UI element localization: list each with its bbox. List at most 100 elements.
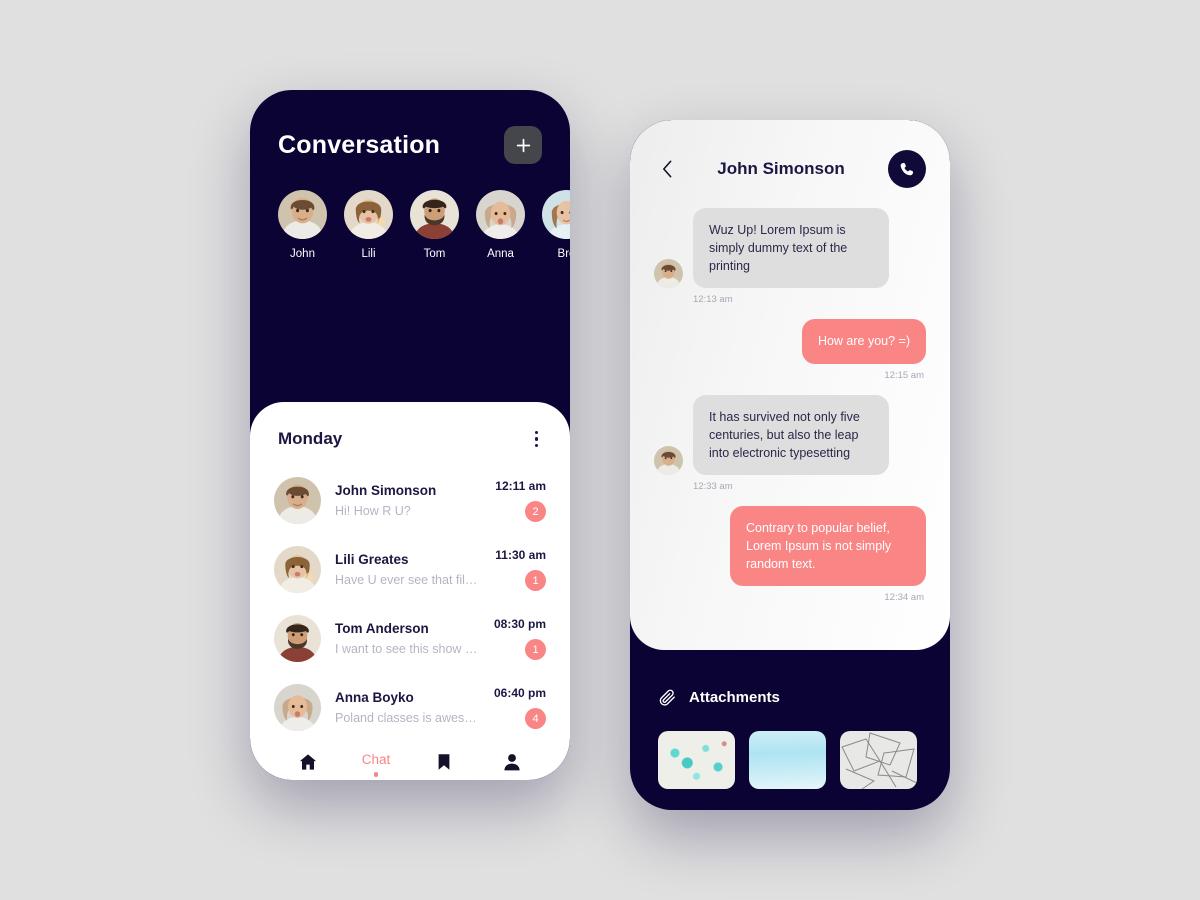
message-preview: Poland classes is awesome! (335, 711, 480, 726)
message-timestamp: 12:13 am (693, 294, 733, 306)
avatar-image-john (654, 259, 683, 289)
day-label: Monday (278, 429, 343, 449)
avatar (410, 190, 459, 239)
row-text: John Simonson Hi! How R U? (335, 483, 481, 518)
contact-name-title: John Simonson (717, 159, 845, 178)
avatar-image-lili (274, 546, 321, 594)
story-label: John (290, 248, 315, 260)
bookmark-icon (438, 754, 450, 770)
message-timestamp: 12:34 am (884, 592, 924, 604)
more-vertical-icon[interactable] (531, 428, 542, 450)
row-text: Tom Anderson I want to see this show aga… (335, 621, 480, 656)
contact-name: Anna Boyko (335, 690, 414, 706)
attachments-section: Attachments (630, 650, 950, 810)
avatar-image-lili (344, 190, 393, 239)
message-preview: I want to see this show again (335, 642, 480, 657)
nav-item-profile[interactable] (486, 748, 538, 772)
page-title: Conversation (278, 130, 441, 159)
story-avatar-strip[interactable]: John Lili Tom Anna Br (250, 190, 570, 260)
paperclip-icon (659, 689, 675, 706)
active-indicator-dot (373, 772, 379, 777)
timestamp: 08:30 pm (493, 617, 546, 632)
chat-detail-phone: John Simonson Wuz Up! Lorem Ipsum is sim… (630, 120, 950, 810)
phone-icon (900, 162, 913, 175)
table-row[interactable]: Tom Anderson I want to see this show aga… (274, 604, 546, 673)
chat-header: John Simonson (630, 120, 950, 188)
nav-item-label: Chat (361, 752, 391, 768)
avatar-image-john (654, 445, 683, 475)
avatar (274, 546, 321, 594)
table-row[interactable]: Lili Greates Have U ever see that film? … (274, 535, 546, 604)
message-incoming: Wuz Up! Lorem Ipsum is simply dummy text… (654, 208, 926, 305)
geometric-lines-graphic (841, 732, 917, 789)
message-outgoing: Contrary to popular belief, Lorem Ipsum … (654, 505, 926, 604)
story-label: Bre (557, 248, 570, 260)
message-bubble: It has survived not only five centuries,… (693, 394, 889, 475)
story-item-anna[interactable]: Anna (476, 190, 525, 260)
avatar-image-john (274, 477, 321, 525)
attachment-thumbnails (658, 731, 922, 789)
story-label: Tom (423, 248, 446, 260)
plus-icon (516, 138, 530, 152)
story-label: Lili (361, 248, 376, 260)
attachments-header: Attachments (658, 688, 922, 707)
unread-badge: 4 (525, 708, 546, 730)
avatar (274, 615, 321, 663)
avatar (344, 190, 393, 239)
timestamp: 06:40 pm (493, 686, 546, 701)
unread-badge: 1 (525, 639, 546, 661)
unread-badge: 2 (525, 501, 546, 523)
story-item-lili[interactable]: Lili (344, 190, 393, 260)
avatar-image-tom (410, 190, 459, 239)
conversation-list: John Simonson Hi! How R U? 12:11 am 2 Li… (250, 450, 570, 742)
home-icon (299, 754, 317, 770)
add-conversation-button[interactable] (504, 126, 542, 164)
contact-name: John Simonson (335, 483, 437, 499)
avatar (278, 190, 327, 239)
avatar-image-john (278, 190, 327, 239)
table-row[interactable]: John Simonson Hi! How R U? 12:11 am 2 (274, 466, 546, 535)
avatar (542, 190, 570, 239)
timestamp: 12:11 am (495, 479, 546, 494)
message-bubble: Contrary to popular belief, Lorem Ipsum … (730, 505, 926, 587)
avatar (654, 259, 683, 289)
message-timestamp: 12:33 am (693, 480, 733, 492)
person-icon (504, 754, 520, 771)
message-incoming: It has survived not only five centuries,… (654, 394, 926, 492)
avatar (274, 684, 321, 732)
conversation-header: Conversation (250, 90, 570, 164)
row-meta: 08:30 pm 1 (493, 617, 546, 661)
table-row[interactable]: Anna Boyko Poland classes is awesome! 06… (274, 673, 546, 742)
timestamp: 11:30 am (495, 548, 546, 563)
message-bubble: How are you? =) (801, 319, 926, 364)
attachments-title: Attachments (689, 689, 780, 706)
contact-name: Tom Anderson (335, 621, 429, 637)
row-text: Anna Boyko Poland classes is awesome! (335, 690, 480, 725)
chat-panel: John Simonson Wuz Up! Lorem Ipsum is sim… (630, 120, 950, 650)
message-bubble: Wuz Up! Lorem Ipsum is simply dummy text… (693, 208, 889, 289)
chevron-left-icon (662, 160, 671, 178)
nav-item-home[interactable] (282, 748, 334, 772)
avatar-image-tom (274, 615, 321, 663)
row-text: Lili Greates Have U ever see that film? (335, 552, 481, 587)
blue-gradient-thumbnail[interactable] (749, 731, 826, 789)
geometric-lines-thumbnail[interactable] (840, 731, 917, 789)
card-header: Monday (250, 402, 570, 450)
row-meta: 06:40 pm 4 (493, 686, 546, 730)
message-preview: Hi! How R U? (335, 504, 411, 519)
nav-item-bookmarks[interactable] (418, 748, 470, 772)
back-button[interactable] (654, 156, 680, 182)
row-meta: 12:11 am 2 (495, 479, 546, 523)
conversation-card: Monday John Simonson Hi! How R U? 12:11 … (250, 402, 570, 780)
teal-splatter-thumbnail[interactable] (658, 731, 735, 789)
avatar-image-anna (476, 190, 525, 239)
call-button[interactable] (888, 150, 926, 188)
unread-badge: 1 (525, 570, 546, 592)
story-item-tom[interactable]: Tom (410, 190, 459, 260)
story-item-bre[interactable]: Bre (542, 190, 570, 260)
nav-item-chat[interactable]: Chat (350, 748, 402, 777)
story-label: Anna (487, 248, 514, 260)
avatar (274, 477, 321, 525)
story-item-john[interactable]: John (278, 190, 327, 260)
message-list: Wuz Up! Lorem Ipsum is simply dummy text… (630, 188, 950, 650)
